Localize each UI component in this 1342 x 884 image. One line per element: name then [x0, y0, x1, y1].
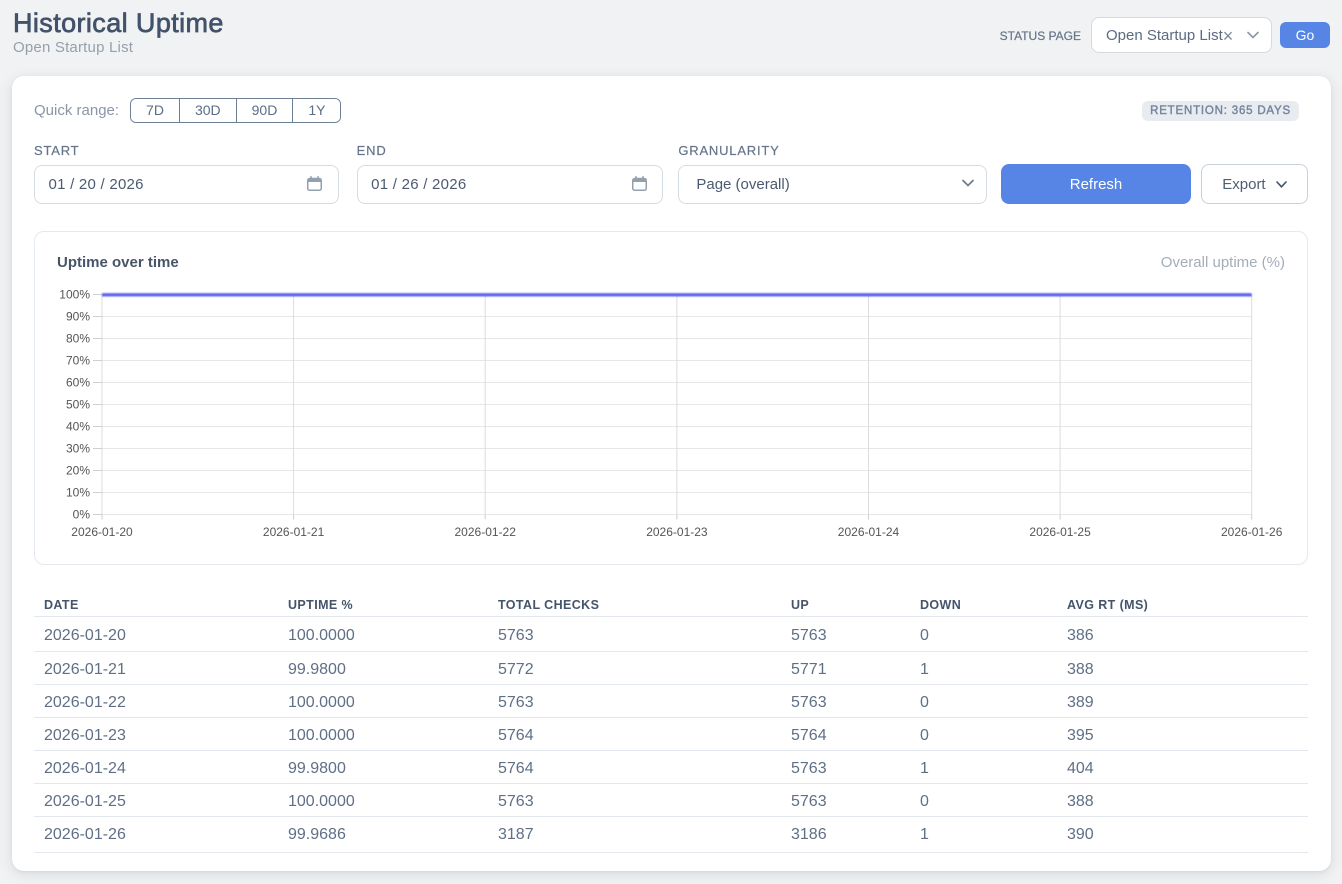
svg-text:70%: 70% — [66, 354, 90, 368]
svg-text:40%: 40% — [66, 420, 90, 434]
svg-text:2026-01-26: 2026-01-26 — [1221, 525, 1283, 539]
svg-text:50%: 50% — [66, 398, 90, 412]
svg-text:0%: 0% — [73, 508, 91, 522]
svg-text:2026-01-22: 2026-01-22 — [455, 525, 517, 539]
svg-text:20%: 20% — [66, 464, 90, 478]
svg-text:30%: 30% — [66, 442, 90, 456]
svg-text:90%: 90% — [66, 310, 90, 324]
svg-text:80%: 80% — [66, 332, 90, 346]
svg-text:2026-01-21: 2026-01-21 — [263, 525, 325, 539]
svg-text:10%: 10% — [66, 486, 90, 500]
svg-text:100%: 100% — [59, 288, 90, 302]
svg-text:2026-01-24: 2026-01-24 — [838, 525, 900, 539]
svg-text:2026-01-23: 2026-01-23 — [646, 525, 708, 539]
svg-text:2026-01-25: 2026-01-25 — [1029, 525, 1091, 539]
svg-text:60%: 60% — [66, 376, 90, 390]
svg-text:2026-01-20: 2026-01-20 — [71, 525, 133, 539]
